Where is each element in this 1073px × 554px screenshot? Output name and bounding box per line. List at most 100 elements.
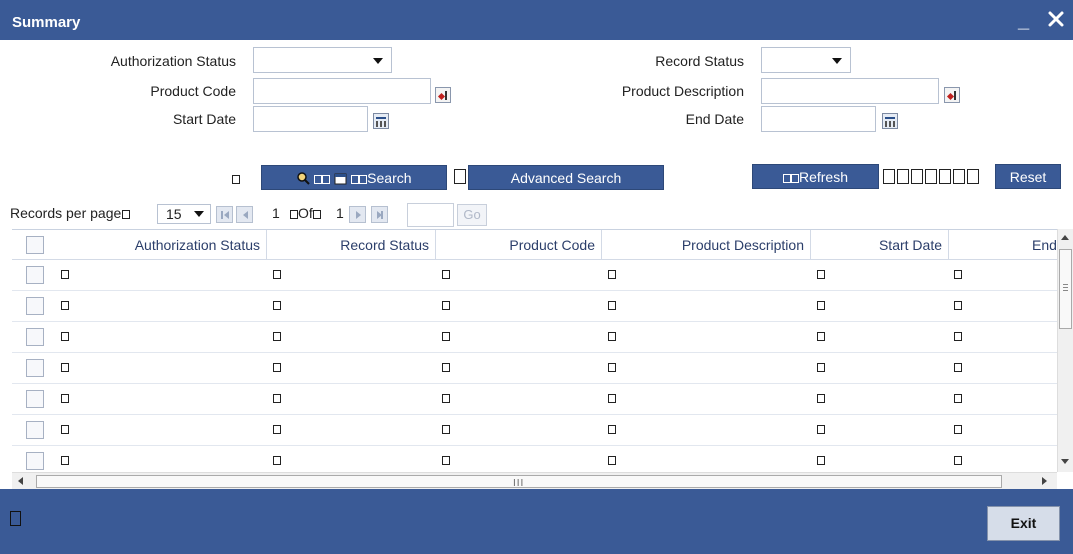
table-cell — [608, 332, 616, 341]
go-button[interactable]: Go — [457, 204, 487, 226]
table-cell — [273, 456, 281, 465]
placeholder-glyph — [314, 174, 323, 184]
table-row[interactable] — [12, 384, 1057, 415]
start-date-input[interactable] — [253, 106, 368, 132]
table-row[interactable] — [12, 260, 1057, 291]
scroll-left-icon[interactable] — [18, 477, 23, 485]
table-cell — [273, 363, 281, 372]
next-page-icon[interactable] — [349, 206, 366, 223]
table-row[interactable] — [12, 291, 1057, 322]
table-cell — [608, 456, 616, 465]
table-cell — [608, 394, 616, 403]
row-checkbox[interactable] — [26, 297, 44, 315]
table-cell — [817, 270, 825, 279]
horizontal-scrollbar[interactable]: III — [12, 472, 1057, 489]
window-title: Summary — [12, 14, 81, 31]
placeholder-glyph — [782, 173, 791, 183]
row-checkbox[interactable] — [26, 452, 44, 470]
table-cell — [61, 301, 69, 310]
record-status-select[interactable] — [761, 47, 851, 73]
records-per-page-select[interactable]: 15 — [157, 204, 211, 224]
end-date-label: End Date — [685, 111, 744, 127]
authorization-status-select[interactable] — [253, 47, 392, 73]
table-cell — [61, 270, 69, 279]
table-row[interactable] — [12, 353, 1057, 384]
column-header[interactable]: Product Code — [436, 230, 602, 260]
placeholder-glyph-group — [883, 167, 981, 184]
chevron-down-icon — [194, 211, 204, 217]
previous-page-icon[interactable] — [236, 206, 253, 223]
row-checkbox[interactable] — [26, 359, 44, 377]
table-cell — [954, 425, 962, 434]
close-button[interactable] — [1046, 9, 1066, 29]
chevron-down-icon — [373, 58, 383, 64]
table-cell — [817, 363, 825, 372]
table-cell — [954, 301, 962, 310]
vertical-scrollbar[interactable] — [1057, 229, 1073, 472]
product-code-label: Product Code — [150, 83, 236, 99]
minimize-button[interactable]: _ — [1018, 10, 1029, 33]
advanced-search-button[interactable]: Advanced Search — [468, 165, 664, 190]
column-header[interactable]: Record Status — [267, 230, 436, 260]
product-description-input[interactable] — [761, 78, 939, 104]
refresh-button[interactable]: Refresh — [752, 164, 879, 189]
table-cell — [817, 394, 825, 403]
calendar-icon[interactable] — [373, 113, 389, 129]
records-per-page-label: Records per page — [10, 205, 131, 221]
table-row[interactable] — [12, 446, 1057, 472]
table-cell — [442, 394, 450, 403]
calendar-icon — [334, 173, 347, 185]
close-icon — [1048, 11, 1064, 27]
scroll-thumb[interactable]: III — [36, 475, 1002, 489]
table-cell — [608, 270, 616, 279]
current-page: 1 — [272, 205, 280, 221]
table-row[interactable] — [12, 322, 1057, 353]
table-cell — [442, 270, 450, 279]
table-cell — [608, 363, 616, 372]
product-code-input[interactable] — [253, 78, 431, 104]
column-header[interactable]: Start Date — [811, 230, 949, 260]
placeholder-glyph — [232, 175, 240, 184]
table-cell — [954, 363, 962, 372]
scroll-up-icon[interactable] — [1061, 235, 1069, 240]
column-header[interactable]: Product Description — [602, 230, 811, 260]
table-cell — [608, 425, 616, 434]
column-header[interactable]: End Da — [949, 230, 1057, 260]
exit-button[interactable]: Exit — [987, 506, 1060, 541]
placeholder-glyph — [790, 173, 799, 183]
calendar-icon[interactable] — [882, 113, 898, 129]
goto-page-input[interactable] — [407, 203, 454, 227]
scroll-thumb[interactable] — [1059, 249, 1072, 329]
scroll-down-icon[interactable] — [1061, 459, 1069, 464]
table-cell — [273, 301, 281, 310]
search-button[interactable]: Search — [261, 165, 447, 190]
last-page-icon[interactable] — [371, 206, 388, 223]
table-cell — [442, 301, 450, 310]
row-checkbox[interactable] — [26, 328, 44, 346]
authorization-status-label: Authorization Status — [110, 53, 236, 69]
scroll-right-icon[interactable] — [1042, 477, 1047, 485]
row-checkbox[interactable] — [26, 421, 44, 439]
page-of-label: Of — [290, 205, 321, 221]
table-cell — [442, 332, 450, 341]
lov-icon[interactable] — [435, 87, 451, 103]
table-cell — [273, 425, 281, 434]
end-date-input[interactable] — [761, 106, 876, 132]
table-cell — [273, 394, 281, 403]
placeholder-glyph — [322, 174, 331, 184]
placeholder-glyph — [359, 174, 368, 184]
table-row[interactable] — [12, 415, 1057, 446]
first-page-icon[interactable] — [216, 206, 233, 223]
placeholder-glyph — [351, 174, 360, 184]
lov-icon[interactable] — [944, 87, 960, 103]
placeholder-glyph — [454, 169, 466, 184]
table-cell — [273, 270, 281, 279]
row-checkbox[interactable] — [26, 266, 44, 284]
column-header[interactable]: Authorization Status — [56, 230, 267, 260]
table-cell — [442, 456, 450, 465]
table-cell — [61, 332, 69, 341]
reset-button[interactable]: Reset — [995, 164, 1061, 189]
row-checkbox[interactable] — [26, 390, 44, 408]
select-all-checkbox[interactable] — [26, 236, 44, 254]
table-cell — [817, 425, 825, 434]
